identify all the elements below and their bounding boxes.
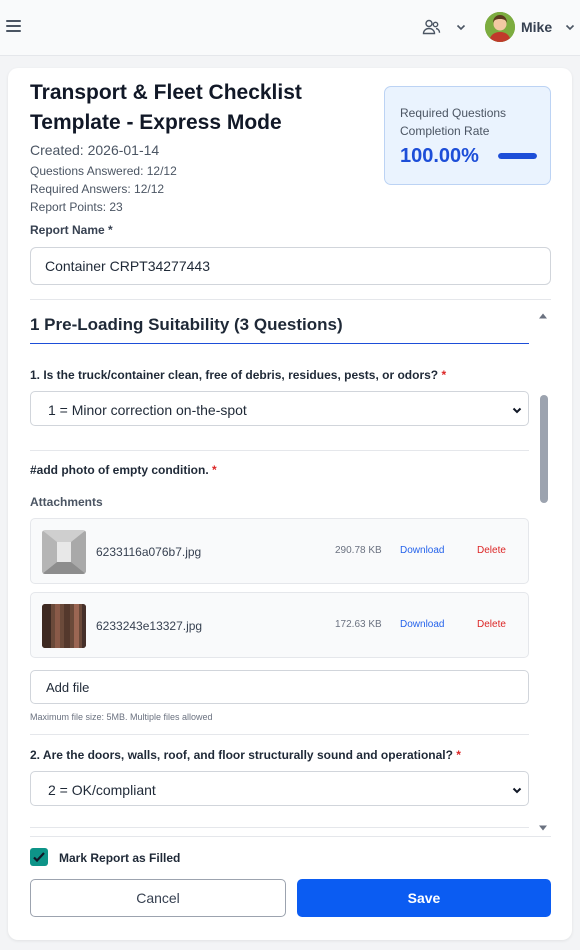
attachment-thumbnail[interactable] bbox=[42, 604, 86, 648]
report-name-label-text: Report Name bbox=[30, 223, 105, 237]
scroll-up-arrow-icon[interactable] bbox=[538, 308, 548, 319]
section-title: 1 Pre-Loading Suitability (3 Questions) bbox=[30, 315, 343, 334]
question-2-select[interactable]: 2 = OK/compliant bbox=[30, 771, 529, 806]
question-text: 1. Is the truck/container clean, free of… bbox=[30, 368, 439, 382]
completion-rate-label: Required Questions Completion Rate bbox=[400, 106, 507, 138]
selected-value: 2 = OK/compliant bbox=[48, 782, 156, 798]
page-title: Transport & Fleet Checklist Template - E… bbox=[30, 81, 302, 134]
question-label: 1. Is the truck/container clean, free of… bbox=[30, 368, 446, 382]
selected-value: 1 = Minor correction on-the-spot bbox=[48, 402, 247, 418]
created-date: Created: 2026-01-14 bbox=[30, 142, 160, 158]
cancel-button[interactable]: Cancel bbox=[30, 879, 286, 917]
attachment-row: 6233243e13327.jpg 172.63 KB Download Del… bbox=[30, 592, 529, 658]
report-card: Transport & Fleet Checklist Template - E… bbox=[8, 68, 572, 940]
report-name-input[interactable] bbox=[30, 247, 551, 285]
scrollbar-thumb[interactable] bbox=[540, 395, 548, 503]
photo-question-label: #add photo of empty condition. * bbox=[30, 463, 217, 477]
mark-filled-label[interactable]: Mark Report as Filled bbox=[59, 851, 180, 865]
chevron-down-icon bbox=[511, 783, 523, 795]
avatar[interactable] bbox=[485, 12, 515, 42]
chevron-down-icon[interactable] bbox=[454, 20, 468, 34]
delete-link[interactable]: Delete bbox=[477, 619, 506, 630]
required-marker: * bbox=[108, 223, 113, 237]
completion-progress-bar bbox=[498, 153, 537, 159]
divider bbox=[30, 450, 529, 451]
download-link[interactable]: Download bbox=[400, 619, 444, 630]
completion-rate-box: Required Questions Completion Rate 100.0… bbox=[384, 86, 551, 185]
required-answers: Required Answers: 12/12 bbox=[30, 182, 165, 196]
questions-scroll-area[interactable]: 1 Pre-Loading Suitability (3 Questions) … bbox=[30, 299, 551, 834]
users-icon[interactable] bbox=[421, 17, 441, 37]
attachment-filename: 6233243e13327.jpg bbox=[96, 619, 203, 633]
download-link[interactable]: Download bbox=[400, 545, 444, 556]
question-text: 2. Are the doors, walls, roof, and floor… bbox=[30, 748, 453, 762]
attachments-label: Attachments bbox=[30, 495, 103, 509]
scroll-down-arrow-icon[interactable] bbox=[538, 820, 548, 831]
top-bar: Mike bbox=[0, 0, 580, 56]
completion-progress-fill bbox=[498, 153, 537, 159]
question-text: #add photo of empty condition. bbox=[30, 463, 209, 477]
save-button[interactable]: Save bbox=[297, 879, 551, 917]
attachment-size: 172.63 KB bbox=[335, 619, 382, 630]
add-file-label: Add file bbox=[46, 680, 90, 695]
user-name[interactable]: Mike bbox=[521, 19, 552, 35]
chevron-down-icon[interactable] bbox=[563, 20, 577, 34]
footer-divider bbox=[30, 836, 551, 837]
question-label: 2. Are the doors, walls, roof, and floor… bbox=[30, 748, 461, 762]
chevron-down-icon bbox=[511, 403, 523, 415]
question-1-select[interactable]: 1 = Minor correction on-the-spot bbox=[30, 391, 529, 426]
attachment-row: 6233116a076b7.jpg 290.78 KB Download Del… bbox=[30, 518, 529, 584]
attachment-filename: 6233116a076b7.jpg bbox=[96, 545, 202, 559]
file-size-hint: Maximum file size: 5MB. Multiple files a… bbox=[30, 712, 213, 722]
checkmark-icon bbox=[33, 852, 45, 863]
required-marker: * bbox=[212, 463, 217, 477]
required-marker: * bbox=[456, 748, 461, 762]
required-marker: * bbox=[441, 368, 447, 382]
completion-rate-value: 100.00% bbox=[400, 145, 479, 167]
report-points: Report Points: 23 bbox=[30, 200, 123, 214]
mark-filled-checkbox[interactable] bbox=[30, 848, 48, 866]
divider bbox=[30, 734, 529, 735]
divider bbox=[30, 827, 529, 828]
delete-link[interactable]: Delete bbox=[477, 545, 506, 556]
add-file-button[interactable]: Add file bbox=[30, 670, 529, 704]
hamburger-menu-icon[interactable] bbox=[4, 17, 24, 35]
attachment-size: 290.78 KB bbox=[335, 545, 382, 556]
report-name-label: Report Name * bbox=[30, 223, 113, 237]
section-underline bbox=[30, 343, 529, 344]
attachment-thumbnail[interactable] bbox=[42, 530, 86, 574]
questions-answered: Questions Answered: 12/12 bbox=[30, 164, 177, 178]
